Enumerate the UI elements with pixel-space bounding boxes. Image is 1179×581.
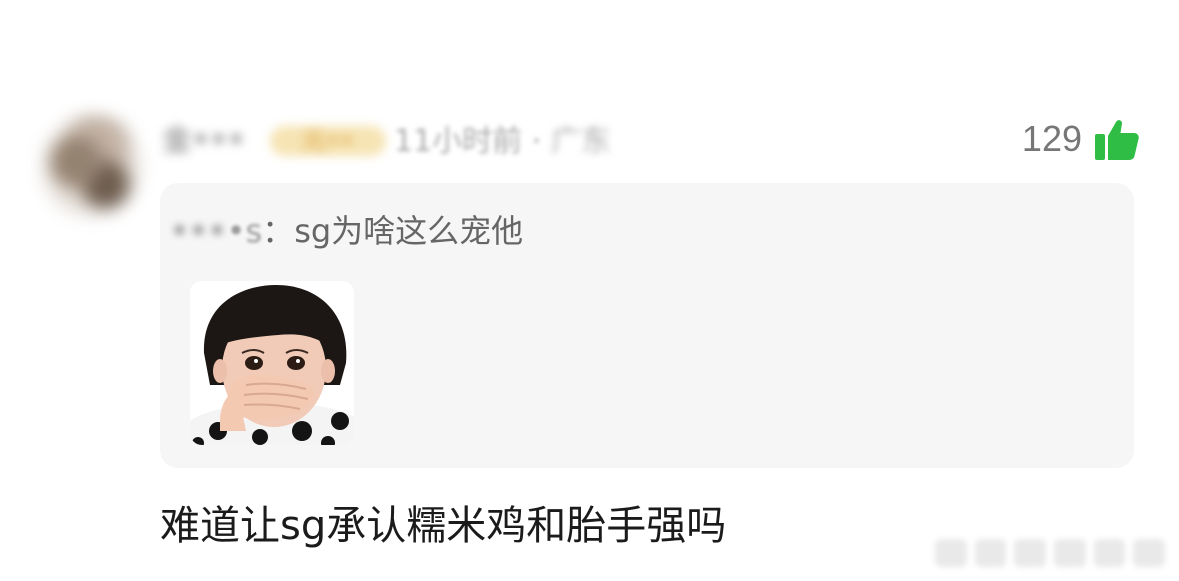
comment-header: 金••• 元•• 11小时前 · 广东 129 <box>162 112 1142 172</box>
like-count: 129 <box>1021 118 1082 159</box>
sticker-image[interactable] <box>190 281 354 445</box>
location: 广东 <box>550 124 611 159</box>
covering-mouth-sticker-icon <box>190 281 354 445</box>
quoted-reply[interactable]: ••••s：sg为啥这么宠他 <box>160 183 1134 468</box>
quote-author[interactable]: ••• <box>170 209 227 253</box>
username[interactable]: 金••• <box>162 126 272 156</box>
timestamp: 11小时前 <box>394 124 523 159</box>
quote-colon: ： <box>262 212 295 250</box>
like-button[interactable]: 129 <box>1022 114 1142 164</box>
quote-text: sg为啥这么宠他 <box>294 212 524 250</box>
user-badge: 元•• <box>270 126 386 156</box>
meta-separator: · <box>531 124 542 159</box>
quote-line: ••••s：sg为啥这么宠他 <box>170 209 523 253</box>
quote-author-suffix: •s <box>226 212 263 250</box>
avatar[interactable] <box>30 112 152 222</box>
comment-screen: 金••• 元•• 11小时前 · 广东 129 ••••s：sg为啥这么宠他 难… <box>0 0 1179 581</box>
comment-meta: 11小时前 · 广东 <box>394 124 611 160</box>
blurred-watermark <box>935 539 1166 567</box>
thumbs-up-icon[interactable] <box>1092 114 1142 164</box>
comment-text: 难道让sg承认糯米鸡和胎手强吗 <box>160 503 727 549</box>
